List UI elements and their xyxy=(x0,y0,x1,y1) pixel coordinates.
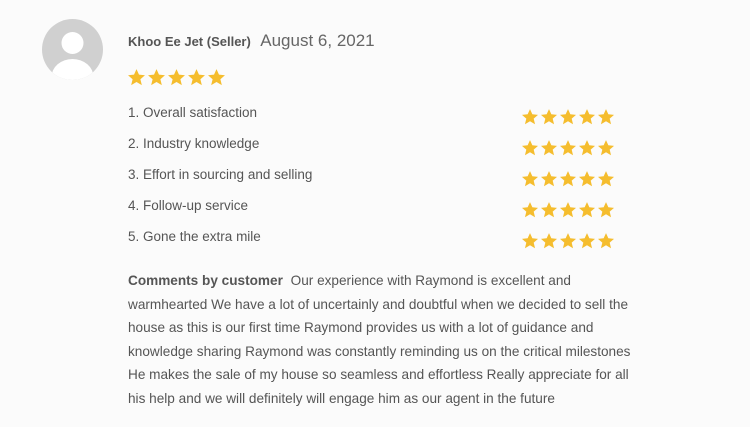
star-icon xyxy=(167,68,186,87)
criterion-rating-stars xyxy=(521,139,615,157)
customer-comment: Comments by customer Our experience with… xyxy=(128,269,633,411)
star-icon xyxy=(540,201,558,219)
star-icon xyxy=(559,108,577,126)
criteria-list: 1. Overall satisfaction 2. Industry knowl… xyxy=(128,104,618,259)
star-icon xyxy=(521,232,539,250)
star-icon xyxy=(597,139,615,157)
criterion-rating-stars xyxy=(521,232,615,250)
reviewer-name: Khoo Ee Jet (Seller) xyxy=(128,34,251,49)
criterion-label: 5. Gone the extra mile xyxy=(128,229,261,244)
star-icon xyxy=(597,108,615,126)
star-icon xyxy=(578,139,596,157)
star-icon xyxy=(540,232,558,250)
overall-rating-stars xyxy=(127,68,226,87)
star-icon xyxy=(578,170,596,188)
star-icon xyxy=(540,108,558,126)
star-icon xyxy=(597,232,615,250)
star-icon xyxy=(597,201,615,219)
criterion-row: 2. Industry knowledge xyxy=(128,135,618,166)
criterion-row: 1. Overall satisfaction xyxy=(128,104,618,135)
star-icon xyxy=(597,170,615,188)
criterion-row: 5. Gone the extra mile xyxy=(128,228,618,259)
criterion-label: 4. Follow-up service xyxy=(128,198,249,213)
star-icon xyxy=(540,139,558,157)
criterion-row: 3. Effort in sourcing and selling xyxy=(128,166,618,197)
star-icon xyxy=(540,170,558,188)
comment-text: Our experience with Raymond is excellent… xyxy=(128,273,631,406)
star-icon xyxy=(578,108,596,126)
review-date: August 6, 2021 xyxy=(260,31,375,50)
star-icon xyxy=(147,68,166,87)
star-icon xyxy=(559,170,577,188)
avatar xyxy=(42,19,103,80)
star-icon xyxy=(187,68,206,87)
criterion-label: 1. Overall satisfaction xyxy=(128,105,258,120)
criterion-row: 4. Follow-up service xyxy=(128,197,618,228)
star-icon xyxy=(521,170,539,188)
star-icon xyxy=(521,201,539,219)
criterion-rating-stars xyxy=(521,201,615,219)
star-icon xyxy=(559,201,577,219)
comment-label: Comments by customer xyxy=(128,273,283,288)
criterion-label: 3. Effort in sourcing and selling xyxy=(128,167,313,182)
review-header: Khoo Ee Jet (Seller) August 6, 2021 xyxy=(128,31,375,51)
criterion-rating-stars xyxy=(521,108,615,126)
star-icon xyxy=(559,232,577,250)
star-icon xyxy=(521,139,539,157)
star-icon xyxy=(578,232,596,250)
criterion-label: 2. Industry knowledge xyxy=(128,136,260,151)
star-icon xyxy=(521,108,539,126)
star-icon xyxy=(578,201,596,219)
star-icon xyxy=(207,68,226,87)
star-icon xyxy=(127,68,146,87)
star-icon xyxy=(559,139,577,157)
user-silhouette-icon xyxy=(51,32,94,80)
criterion-rating-stars xyxy=(521,170,615,188)
